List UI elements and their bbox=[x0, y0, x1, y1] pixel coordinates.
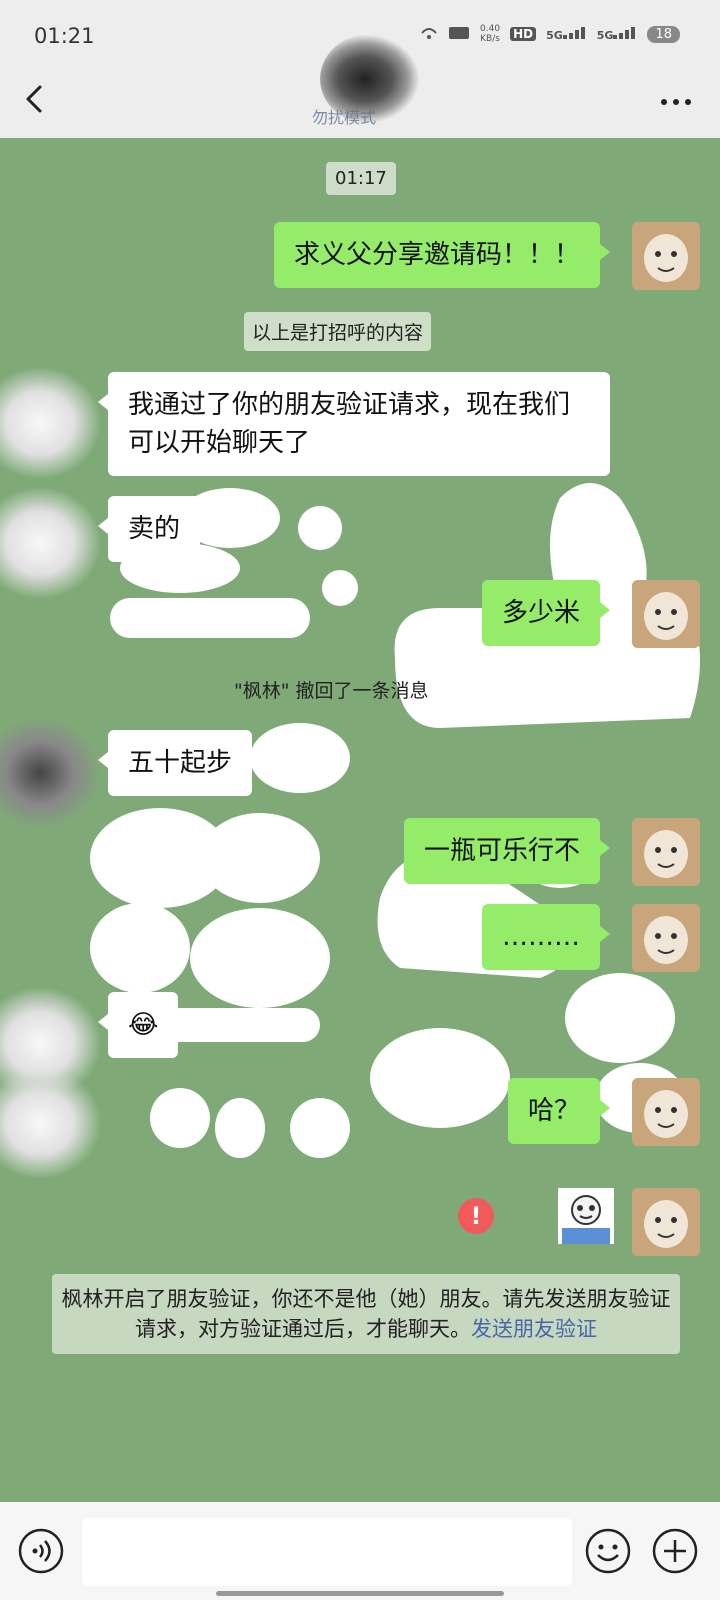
send-failed-icon[interactable]: ! bbox=[458, 1198, 494, 1234]
signal-5g-2: 5G bbox=[597, 26, 638, 42]
message-bubble-incoming[interactable]: 😂 bbox=[97, 992, 179, 1058]
net-speed: 0.40 KB/s bbox=[480, 24, 501, 44]
message-bubble-incoming[interactable]: 我通过了你的朋友验证请求，现在我们可以开始聊天了 bbox=[98, 372, 610, 476]
system-message: 以上是打招呼的内容 bbox=[244, 312, 432, 351]
add-icon[interactable] bbox=[652, 1528, 698, 1574]
my-avatar[interactable] bbox=[632, 222, 700, 290]
chat-area[interactable]: 01:17 求义父分享邀请码！！！ 以上是打招呼的内容 我通过了你的朋友验证请求… bbox=[0, 138, 720, 1502]
status-time: 01:21 bbox=[34, 24, 95, 48]
back-chevron-icon[interactable] bbox=[18, 81, 54, 117]
home-indicator[interactable] bbox=[216, 1591, 504, 1596]
redacted-avatar bbox=[0, 488, 100, 598]
my-avatar[interactable] bbox=[632, 818, 700, 886]
message-bubble-outgoing[interactable]: ……… bbox=[482, 904, 610, 970]
signal-5g-1: 5G bbox=[546, 26, 587, 42]
chat-header: 勿扰模式 bbox=[0, 34, 720, 138]
message-bubble-incoming[interactable]: 五十起步 bbox=[97, 730, 253, 796]
recall-notice: "枫林" 撤回了一条消息 bbox=[234, 680, 429, 702]
screen-icon bbox=[449, 27, 470, 39]
system-icons: 0.40 KB/s HD 5G 5G 18 bbox=[420, 24, 680, 44]
message-input[interactable] bbox=[82, 1518, 572, 1586]
message-bubble-outgoing[interactable]: 一瓶可乐行不 bbox=[403, 818, 611, 884]
emoji-icon[interactable] bbox=[585, 1528, 631, 1574]
my-avatar[interactable] bbox=[632, 1188, 700, 1256]
message-bubble-outgoing[interactable]: 求义父分享邀请码！！！ bbox=[273, 222, 611, 288]
battery-level: 18 bbox=[647, 25, 680, 43]
friend-verification-notice: 枫林开启了朋友验证，你还不是他（她）朋友。请先发送朋友验证请求，对方验证通过后，… bbox=[52, 1274, 680, 1354]
redacted-avatar bbox=[0, 718, 100, 828]
send-verification-link[interactable]: 发送朋友验证 bbox=[471, 1317, 597, 1341]
message-bubble-outgoing[interactable]: 多少米 bbox=[481, 580, 611, 646]
notification-icon bbox=[421, 28, 437, 39]
my-avatar[interactable] bbox=[632, 1078, 700, 1146]
message-timestamp: 01:17 bbox=[326, 162, 396, 195]
header-title: 勿扰模式 bbox=[312, 108, 377, 127]
hd-icon: HD bbox=[510, 27, 537, 41]
input-bar bbox=[0, 1502, 720, 1600]
voice-icon[interactable] bbox=[18, 1528, 64, 1574]
message-bubble-incoming[interactable]: 卖的 bbox=[97, 496, 201, 562]
my-avatar[interactable] bbox=[632, 580, 700, 648]
panda-meme-sticker[interactable] bbox=[558, 1188, 614, 1244]
redacted-avatar bbox=[0, 368, 100, 478]
message-bubble-outgoing[interactable]: 哈？ bbox=[507, 1078, 611, 1144]
redacted-avatar bbox=[0, 1068, 100, 1178]
more-dots-icon[interactable] bbox=[656, 90, 696, 114]
my-avatar[interactable] bbox=[632, 904, 700, 972]
